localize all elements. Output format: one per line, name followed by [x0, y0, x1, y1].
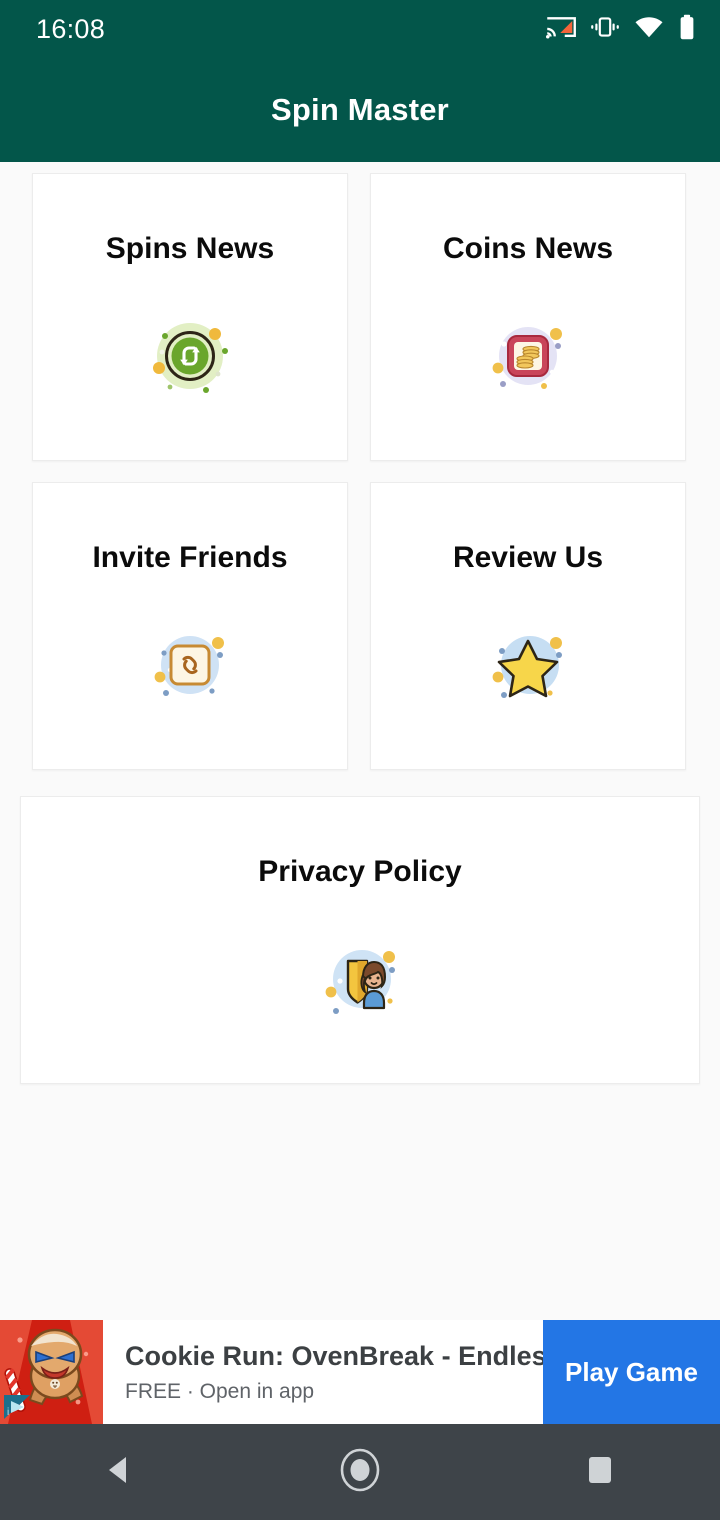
card-privacy-policy[interactable]: Privacy Policy — [20, 796, 700, 1084]
star-icon — [478, 615, 578, 715]
main-content: Spins News Coins News Invite Friends Rev… — [0, 162, 720, 1320]
svg-text:i: i — [7, 1407, 9, 1418]
play-game-button[interactable]: Play Game — [543, 1320, 720, 1424]
card-title: Coins News — [442, 232, 614, 265]
back-button[interactable] — [60, 1424, 180, 1520]
wifi-icon — [634, 14, 664, 45]
triangle-back-icon — [103, 1453, 137, 1492]
square-recents-icon — [585, 1453, 615, 1492]
card-title: Spins News — [105, 232, 275, 265]
app-screen: 16:08 Spin Master Spins News Coins News … — [0, 0, 720, 1520]
spin-refresh-icon — [140, 306, 240, 406]
ad-banner[interactable]: i Cookie Run: OvenBreak - Endles… FREE ·… — [0, 1320, 720, 1424]
android-nav-bar — [0, 1424, 720, 1520]
home-button[interactable] — [300, 1424, 420, 1520]
chain-link-icon — [140, 615, 240, 715]
card-row-3: Privacy Policy — [0, 796, 720, 1084]
ad-text-block: Cookie Run: OvenBreak - Endles… FREE · O… — [103, 1320, 543, 1424]
cast-icon — [546, 14, 576, 45]
card-title: Invite Friends — [92, 541, 288, 574]
card-invite-friends[interactable]: Invite Friends — [32, 482, 348, 770]
card-row-1: Spins News Coins News — [0, 173, 720, 461]
ad-headline: Cookie Run: OvenBreak - Endles… — [125, 1341, 543, 1372]
adchoices-icon[interactable]: i — [2, 1392, 32, 1422]
ad-subtitle: FREE · Open in app — [125, 1379, 315, 1403]
cookie-run-app-icon[interactable]: i — [0, 1320, 103, 1424]
coin-stack-icon — [478, 306, 578, 406]
circle-home-icon — [338, 1448, 382, 1497]
vibrate-icon — [590, 14, 620, 45]
card-spins-news[interactable]: Spins News — [32, 173, 348, 461]
app-bar: Spin Master — [0, 58, 720, 162]
card-coins-news[interactable]: Coins News — [370, 173, 686, 461]
card-title: Privacy Policy — [258, 855, 462, 888]
card-title: Review Us — [452, 541, 604, 574]
shield-woman-icon — [310, 929, 410, 1029]
status-icons — [546, 14, 696, 45]
card-review-us[interactable]: Review Us — [370, 482, 686, 770]
card-row-2: Invite Friends Review Us — [0, 482, 720, 770]
recents-button[interactable] — [540, 1424, 660, 1520]
status-bar: 16:08 — [0, 0, 720, 58]
status-clock: 16:08 — [36, 13, 106, 44]
page-title: Spin Master — [271, 92, 449, 127]
battery-icon — [678, 14, 696, 45]
